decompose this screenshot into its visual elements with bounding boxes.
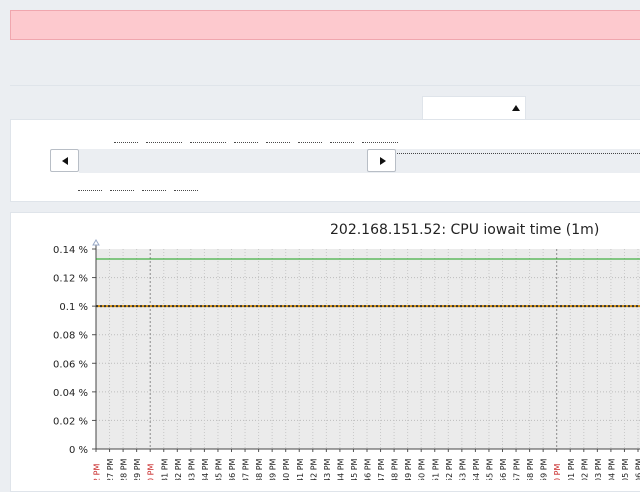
x-tick-label: 34 PM [201, 458, 210, 480]
y-tick-label: 0.14 % [53, 245, 88, 256]
x-tick-label: 05 PM [621, 458, 630, 480]
x-tick-label: 51 PM [431, 458, 440, 480]
x-tick-label: 58 PM [526, 458, 535, 480]
x-tick-label: 56 PM [499, 458, 508, 480]
x-tick-label: 52 PM [445, 458, 454, 480]
y-tick-label: 0 % [69, 445, 88, 456]
iowait-chart: 0.14 % 0.12 % 0.1 % 0.08 % 0.06 % 0.04 % 0.02 … [0, 0, 640, 480]
x-tick-label: 57 PM [513, 458, 522, 480]
x-tick-label: 29 PM [133, 458, 142, 480]
y-tick-label: 0.08 % [53, 331, 88, 342]
x-tick-label: 55 PM [485, 458, 494, 480]
x-tick-label: 28 PM [120, 458, 129, 480]
y-tick-label: 0.12 % [53, 274, 88, 285]
y-tick-label: 0.02 % [53, 416, 88, 427]
x-tick-label: 49 PM [404, 458, 413, 480]
x-tick-label: 53 PM [458, 458, 467, 480]
x-tick-label: 32 PM [174, 458, 183, 480]
x-tick-label: 50 PM [418, 458, 427, 480]
y-axis-arrow-icon [93, 240, 99, 245]
x-tick-label: 01 PM [567, 458, 576, 480]
x-tick-label: 0 PM [147, 464, 156, 480]
x-tick-label: 38 PM [255, 458, 264, 480]
x-tick-label: 59 PM [540, 458, 549, 480]
y-tick-label: 0.1 % [59, 302, 88, 313]
y-tick-label: 0.06 % [53, 359, 88, 370]
x-tick-label: 48 PM [391, 458, 400, 480]
x-tick-label: 46 PM [364, 458, 373, 480]
x-tick-label: 2 PM [93, 464, 102, 480]
x-tick-label: 40 PM [282, 458, 291, 480]
x-tick-label: 44 PM [336, 458, 345, 480]
x-tick-label: 54 PM [472, 458, 481, 480]
x-tick-label: 41 PM [296, 458, 305, 480]
x-tick-label: 04 PM [607, 458, 616, 480]
x-tick-label: 0 PM [553, 464, 562, 480]
x-tick-label: 37 PM [242, 458, 251, 480]
x-tick-label: 36 PM [228, 458, 237, 480]
x-tick-label: 39 PM [269, 458, 278, 480]
x-tick-label: 42 PM [309, 458, 318, 480]
x-tick-label: 33 PM [187, 458, 196, 480]
x-tick-label: 06 PM [635, 458, 640, 480]
x-tick-label: 27 PM [106, 458, 115, 480]
x-tick-label: 31 PM [160, 458, 169, 480]
x-tick-label: 03 PM [594, 458, 603, 480]
y-tick-label: 0.04 % [53, 388, 88, 399]
x-tick-label: 47 PM [377, 458, 386, 480]
x-tick-label: 35 PM [214, 458, 223, 480]
x-tick-label: 45 PM [350, 458, 359, 480]
x-tick-label: 02 PM [580, 458, 589, 480]
x-tick-label: 43 PM [323, 458, 332, 480]
